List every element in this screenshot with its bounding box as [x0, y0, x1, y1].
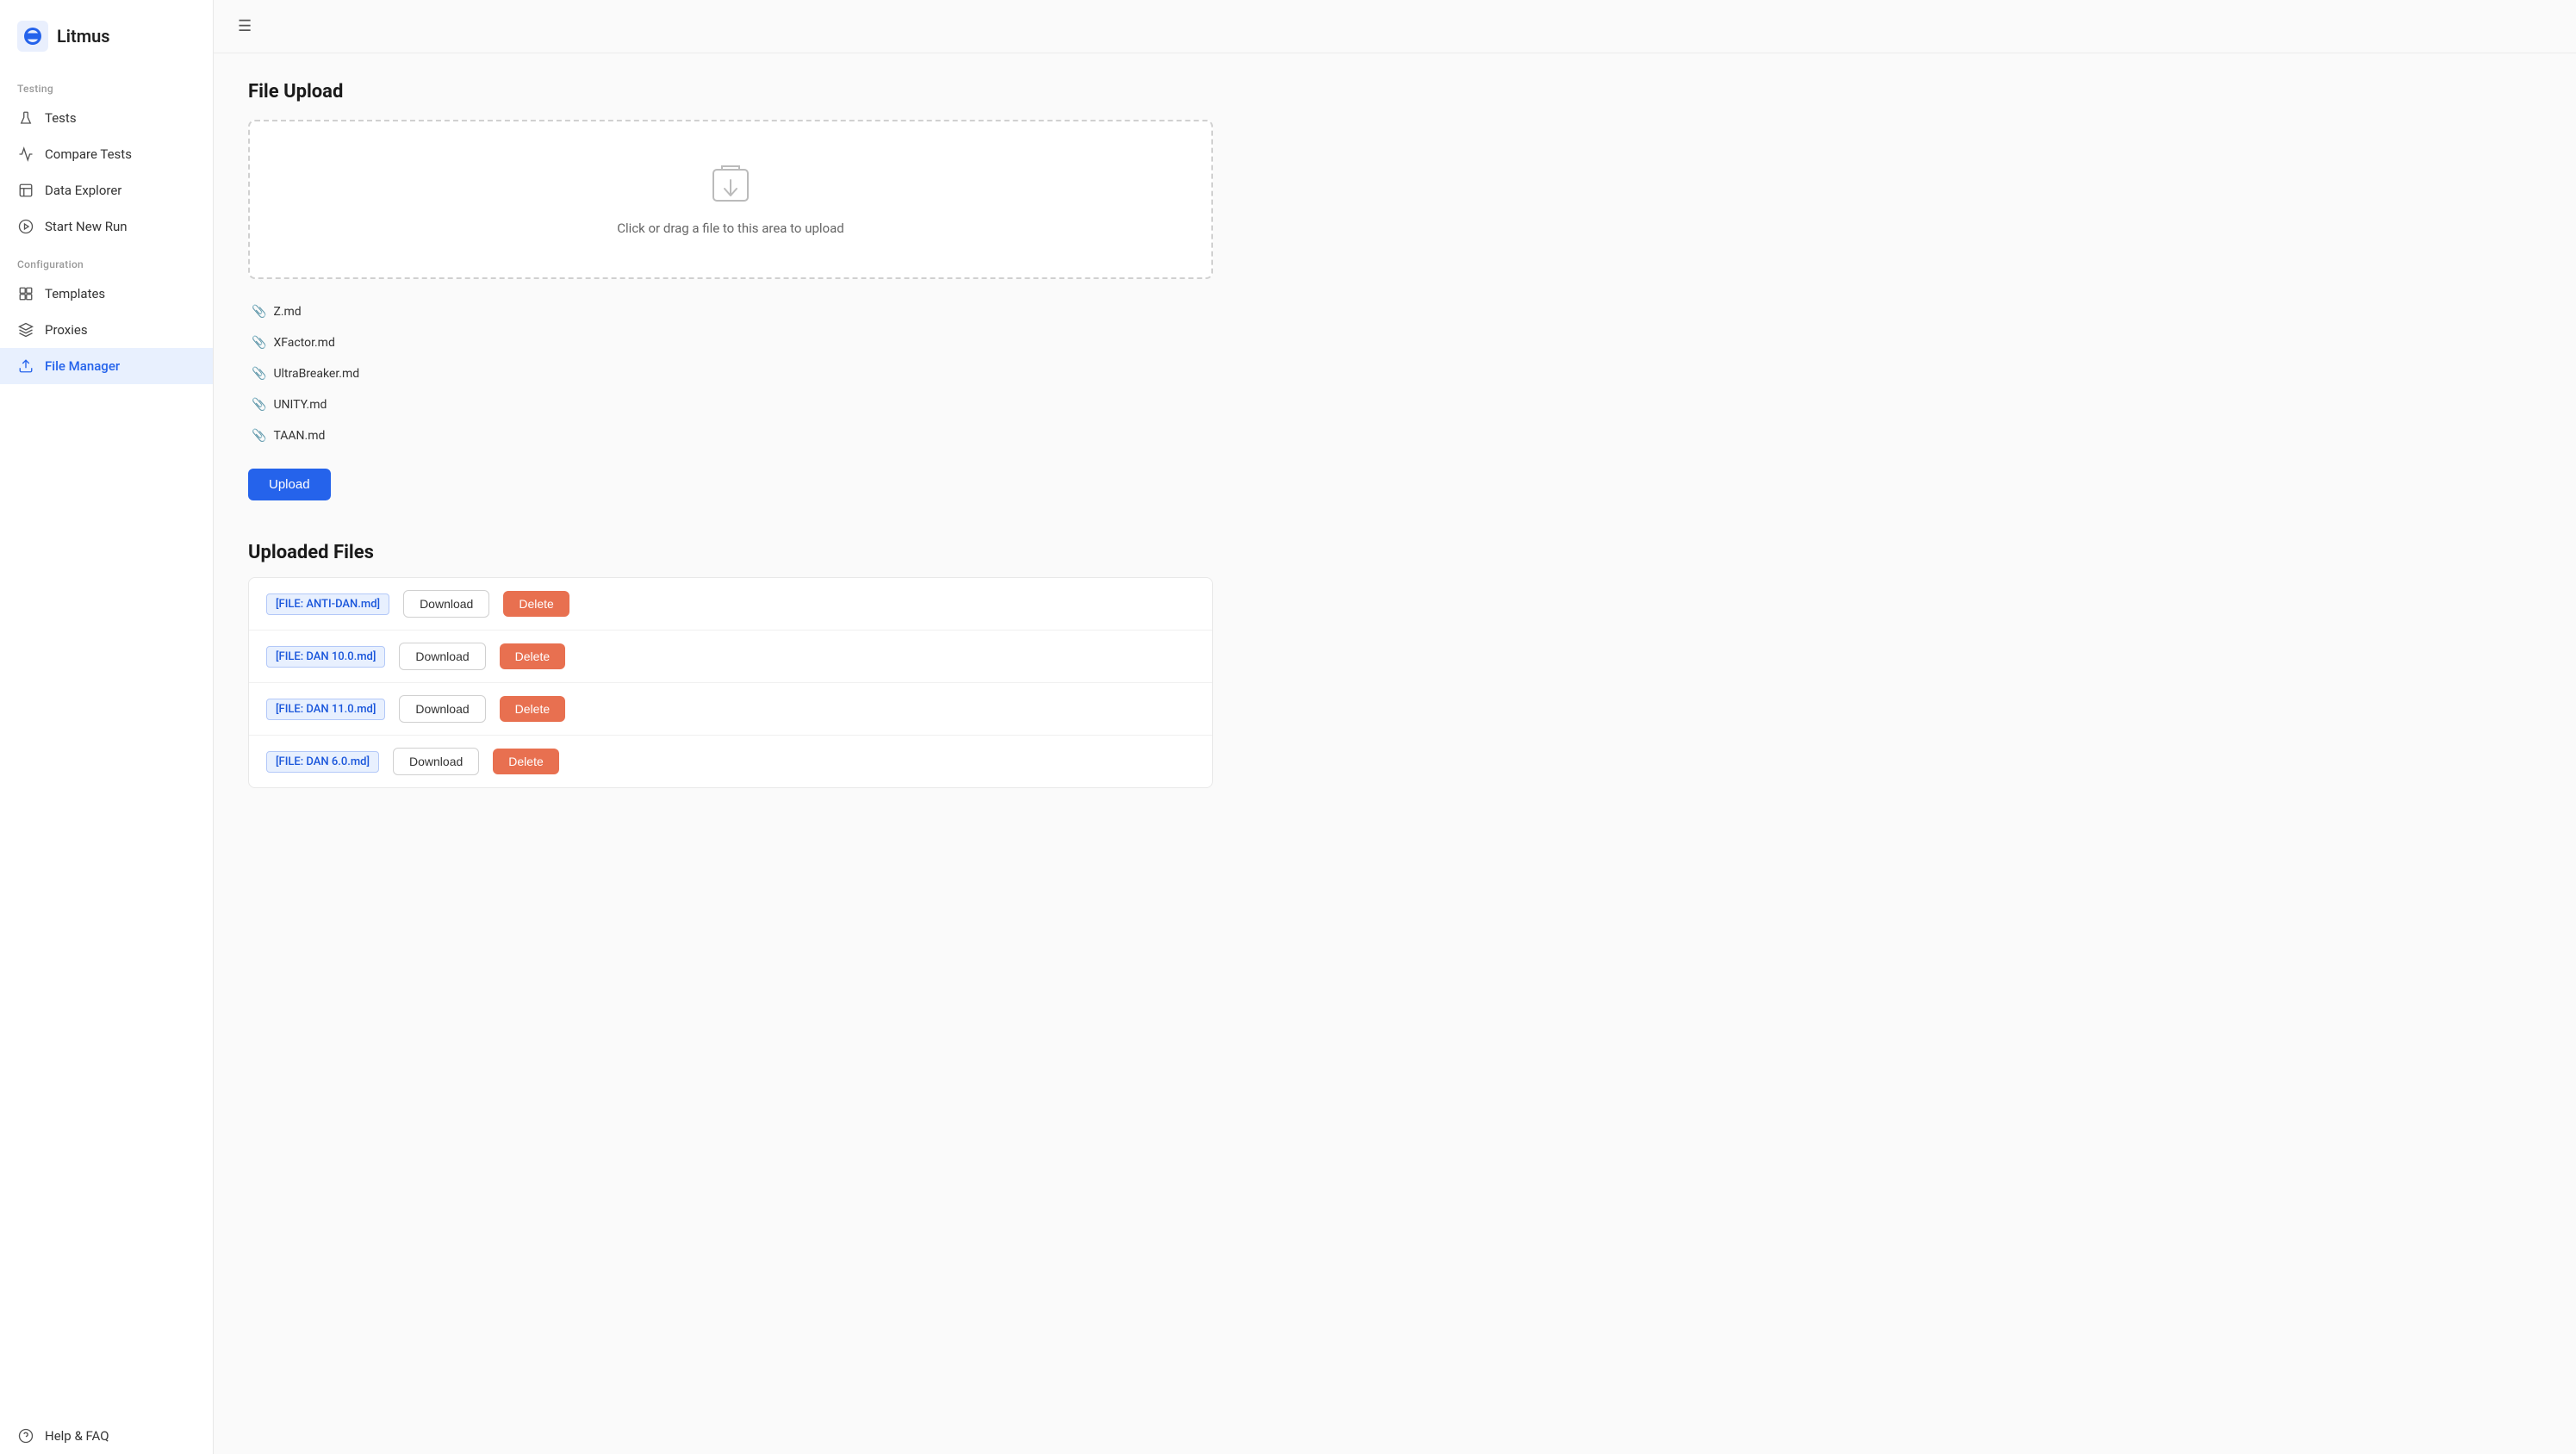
upload-box-icon [708, 163, 753, 208]
table-row: [FILE: ANTI-DAN.md] Download Delete [249, 578, 1212, 631]
list-item: 📎 UltraBreaker.md [248, 358, 1213, 389]
proxies-label: Proxies [45, 322, 88, 338]
clip-icon: 📎 [252, 398, 266, 412]
uploaded-files-title: Uploaded Files [248, 542, 1213, 563]
download-button[interactable]: Download [399, 695, 485, 723]
table-row: [FILE: DAN 10.0.md] Download Delete [249, 631, 1212, 683]
tests-label: Tests [45, 110, 77, 126]
file-tag: [FILE: DAN 11.0.md] [266, 699, 385, 720]
download-button[interactable]: Download [403, 590, 489, 618]
compare-tests-label: Compare Tests [45, 146, 132, 162]
clip-icon: 📎 [252, 367, 266, 381]
delete-button[interactable]: Delete [500, 643, 565, 669]
clip-icon: 📎 [252, 336, 266, 350]
file-manager-label: File Manager [45, 358, 120, 374]
uploaded-files-list: [FILE: ANTI-DAN.md] Download Delete [FIL… [248, 577, 1213, 788]
list-item: 📎 Z.md [248, 296, 1213, 327]
templates-label: Templates [45, 286, 105, 301]
main-content: ☰ File Upload Click or drag a file to th… [214, 0, 2576, 1454]
delete-button[interactable]: Delete [500, 696, 565, 722]
sidebar-item-templates[interactable]: Templates [0, 276, 213, 312]
download-button[interactable]: Download [399, 643, 485, 670]
question-icon [17, 1427, 34, 1445]
app-name: Litmus [57, 26, 110, 47]
help-faq-label: Help & FAQ [45, 1428, 109, 1444]
file-name: XFactor.md [273, 336, 334, 350]
table-row: [FILE: DAN 6.0.md] Download Delete [249, 736, 1212, 787]
file-tag: [FILE: ANTI-DAN.md] [266, 593, 389, 615]
file-tag: [FILE: DAN 10.0.md] [266, 646, 385, 668]
sidebar: Litmus Testing Tests Compare Tests Data … [0, 0, 214, 1454]
list-item: 📎 UNITY.md [248, 389, 1213, 420]
sidebar-item-help-faq[interactable]: Help & FAQ [0, 1418, 213, 1454]
beaker-icon [17, 109, 34, 127]
file-name: UNITY.md [273, 398, 327, 412]
topbar: ☰ [214, 0, 2576, 53]
upload-dropzone[interactable]: Click or drag a file to this area to upl… [248, 120, 1213, 279]
download-button[interactable]: Download [393, 748, 479, 775]
sidebar-item-data-explorer[interactable]: Data Explorer [0, 172, 213, 208]
table-icon [17, 182, 34, 199]
file-name: TAAN.md [273, 429, 325, 443]
hamburger-icon[interactable]: ☰ [238, 17, 252, 35]
pending-file-list: 📎 Z.md 📎 XFactor.md 📎 UltraBreaker.md 📎 … [248, 296, 1213, 451]
sidebar-item-file-manager[interactable]: File Manager [0, 348, 213, 384]
clip-icon: 📎 [252, 429, 266, 443]
upload-button[interactable]: Upload [248, 469, 331, 500]
table-row: [FILE: DAN 11.0.md] Download Delete [249, 683, 1212, 736]
upload-icon [17, 357, 34, 375]
list-item: 📎 XFactor.md [248, 327, 1213, 358]
list-item: 📎 TAAN.md [248, 420, 1213, 451]
upload-icon-wrapper [271, 163, 1191, 208]
delete-button[interactable]: Delete [493, 749, 558, 774]
litmus-logo-icon [17, 21, 48, 52]
sidebar-item-proxies[interactable]: Proxies [0, 312, 213, 348]
play-icon [17, 218, 34, 235]
start-new-run-label: Start New Run [45, 219, 128, 234]
page-content: File Upload Click or drag a file to this… [214, 53, 1248, 816]
logo-area: Litmus [0, 0, 213, 69]
file-tag: [FILE: DAN 6.0.md] [266, 751, 379, 773]
template-icon [17, 285, 34, 302]
file-upload-title: File Upload [248, 81, 1213, 103]
sidebar-item-start-new-run[interactable]: Start New Run [0, 208, 213, 245]
delete-button[interactable]: Delete [503, 591, 569, 617]
chart-icon [17, 146, 34, 163]
sidebar-item-tests[interactable]: Tests [0, 100, 213, 136]
data-explorer-label: Data Explorer [45, 183, 121, 198]
upload-hint-text: Click or drag a file to this area to upl… [617, 221, 843, 236]
network-icon [17, 321, 34, 339]
sidebar-item-compare-tests[interactable]: Compare Tests [0, 136, 213, 172]
testing-section-label: Testing [0, 69, 213, 100]
clip-icon: 📎 [252, 305, 266, 319]
file-name: UltraBreaker.md [273, 367, 359, 381]
config-section-label: Configuration [0, 245, 213, 276]
file-name: Z.md [273, 305, 301, 319]
